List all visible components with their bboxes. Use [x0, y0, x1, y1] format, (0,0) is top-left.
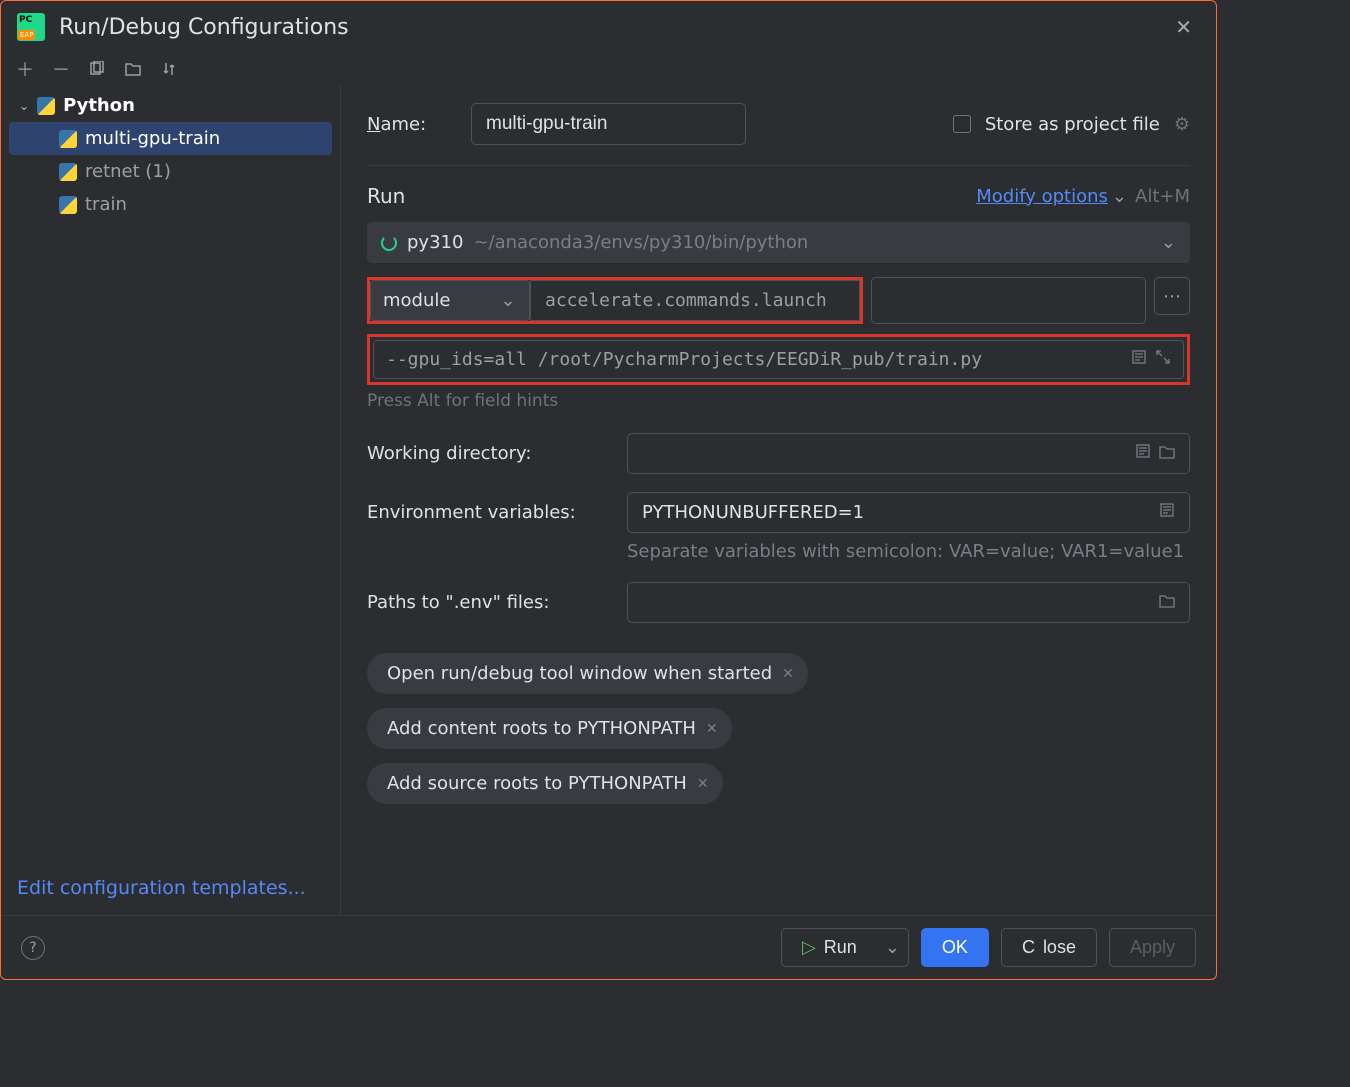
chip-label: Open run/debug tool window when started	[387, 663, 772, 684]
chip-label: Add content roots to PYTHONPATH	[387, 718, 696, 739]
dialog-title: Run/Debug Configurations	[59, 15, 349, 40]
config-toolbar: ＋ －	[1, 53, 1216, 85]
python-icon	[59, 161, 77, 182]
store-project-checkbox[interactable]	[953, 115, 971, 133]
close-button[interactable]: Close	[1001, 928, 1097, 967]
folder-icon[interactable]	[123, 59, 143, 79]
chevron-down-icon: ⌄	[500, 290, 515, 311]
chip-remove-icon[interactable]: ✕	[697, 776, 709, 792]
folder-icon[interactable]	[1159, 592, 1175, 613]
dialog-footer: ? ▷ Run ⌄ OK Close Apply	[1, 915, 1216, 979]
modify-shortcut: Alt+M	[1135, 186, 1190, 207]
parameters-highlight: --gpu_ids=all /root/PycharmProjects/EEGD…	[367, 334, 1190, 385]
config-name-input[interactable]	[471, 103, 746, 145]
chip-remove-icon[interactable]: ✕	[706, 721, 718, 737]
config-sidebar: ⌄ Python multi-gpu-train retnet (1) trai…	[1, 85, 341, 915]
chevron-down-icon: ⌄	[1161, 232, 1176, 253]
remove-config-icon[interactable]: －	[51, 59, 71, 79]
add-config-icon[interactable]: ＋	[15, 59, 35, 79]
config-main-panel: Name: Store as project file ⚙ Run Modify…	[341, 85, 1216, 915]
modify-options-link[interactable]: Modify options	[976, 186, 1108, 207]
target-type-select[interactable]: module ⌄	[370, 280, 530, 321]
parameters-input[interactable]: --gpu_ids=all /root/PycharmProjects/EEGD…	[386, 349, 1131, 370]
workdir-label: Working directory:	[367, 443, 607, 464]
target-type-value: module	[383, 290, 450, 311]
chip-label: Add source roots to PYTHONPATH	[387, 773, 687, 794]
folder-icon[interactable]	[1159, 443, 1175, 464]
field-hint: Press Alt for field hints	[367, 391, 1190, 411]
sort-icon[interactable]	[159, 59, 179, 79]
tree-item-label: multi-gpu-train	[85, 128, 220, 149]
tree-item-train[interactable]: train	[9, 188, 332, 221]
envvars-hint: Separate variables with semicolon: VAR=v…	[627, 541, 1190, 562]
list-icon[interactable]	[1159, 502, 1175, 523]
envpaths-input[interactable]	[627, 582, 1190, 623]
close-icon[interactable]: ✕	[1167, 11, 1200, 43]
interpreter-name: py310	[407, 232, 463, 253]
target-type-highlight: module ⌄	[367, 277, 863, 324]
expand-icon[interactable]	[1155, 349, 1171, 370]
tree-item-label: train	[85, 194, 127, 215]
chip-open-toolwindow[interactable]: Open run/debug tool window when started …	[367, 653, 808, 694]
chevron-down-icon: ⌄	[885, 937, 900, 958]
edit-templates-link[interactable]: Edit configuration templates...	[1, 877, 340, 915]
chevron-down-icon: ⌄	[1112, 186, 1127, 207]
option-chips: Open run/debug tool window when started …	[367, 653, 1190, 804]
browse-button[interactable]: ⋯	[1154, 277, 1190, 315]
ok-button[interactable]: OK	[921, 928, 989, 967]
tree-item-multi-gpu-train[interactable]: multi-gpu-train	[9, 122, 332, 155]
titlebar: Run/Debug Configurations ✕	[1, 1, 1216, 53]
tree-item-retnet[interactable]: retnet (1)	[9, 155, 332, 188]
parameters-input-wrapper: --gpu_ids=all /root/PycharmProjects/EEGD…	[373, 340, 1184, 379]
interpreter-path: ~/anaconda3/envs/py310/bin/python	[473, 232, 808, 253]
run-section-header: Run Modify options ⌄ Alt+M	[367, 165, 1190, 208]
run-button[interactable]: ▷ Run	[781, 928, 878, 967]
tree-category-python[interactable]: ⌄ Python	[9, 89, 332, 122]
play-icon: ▷	[802, 937, 816, 958]
chip-source-roots[interactable]: Add source roots to PYTHONPATH ✕	[367, 763, 723, 804]
run-debug-config-dialog: Run/Debug Configurations ✕ ＋ － ⌄ Python	[0, 0, 1217, 980]
python-icon	[59, 128, 77, 149]
envpaths-label: Paths to ".env" files:	[367, 592, 607, 613]
apply-button[interactable]: Apply	[1109, 928, 1196, 967]
store-project-label: Store as project file	[985, 114, 1160, 135]
module-extra-input[interactable]	[871, 277, 1146, 324]
envvars-label: Environment variables:	[367, 502, 607, 523]
history-icon[interactable]	[1131, 349, 1147, 370]
help-icon[interactable]: ?	[21, 936, 45, 960]
python-icon	[37, 95, 55, 116]
config-tree: ⌄ Python multi-gpu-train retnet (1) trai…	[1, 85, 340, 877]
workdir-input[interactable]	[627, 433, 1190, 474]
name-label: Name:	[367, 114, 457, 135]
interpreter-selector[interactable]: py310 ~/anaconda3/envs/py310/bin/python …	[367, 222, 1190, 263]
chip-content-roots[interactable]: Add content roots to PYTHONPATH ✕	[367, 708, 732, 749]
tree-category-label: Python	[63, 95, 135, 116]
run-dropdown-button[interactable]: ⌄	[877, 928, 909, 967]
module-name-input[interactable]	[530, 280, 860, 321]
tree-item-label: retnet (1)	[85, 161, 171, 182]
history-icon[interactable]	[1135, 443, 1151, 464]
pycharm-eap-icon	[17, 13, 45, 41]
run-section-title: Run	[367, 184, 405, 208]
envvars-input[interactable]: PYTHONUNBUFFERED=1	[627, 492, 1190, 533]
chip-remove-icon[interactable]: ✕	[782, 666, 794, 682]
loading-spinner-icon	[381, 235, 397, 251]
gear-icon[interactable]: ⚙	[1174, 114, 1190, 135]
copy-config-icon[interactable]	[87, 59, 107, 79]
chevron-down-icon: ⌄	[19, 99, 29, 113]
python-icon	[59, 194, 77, 215]
